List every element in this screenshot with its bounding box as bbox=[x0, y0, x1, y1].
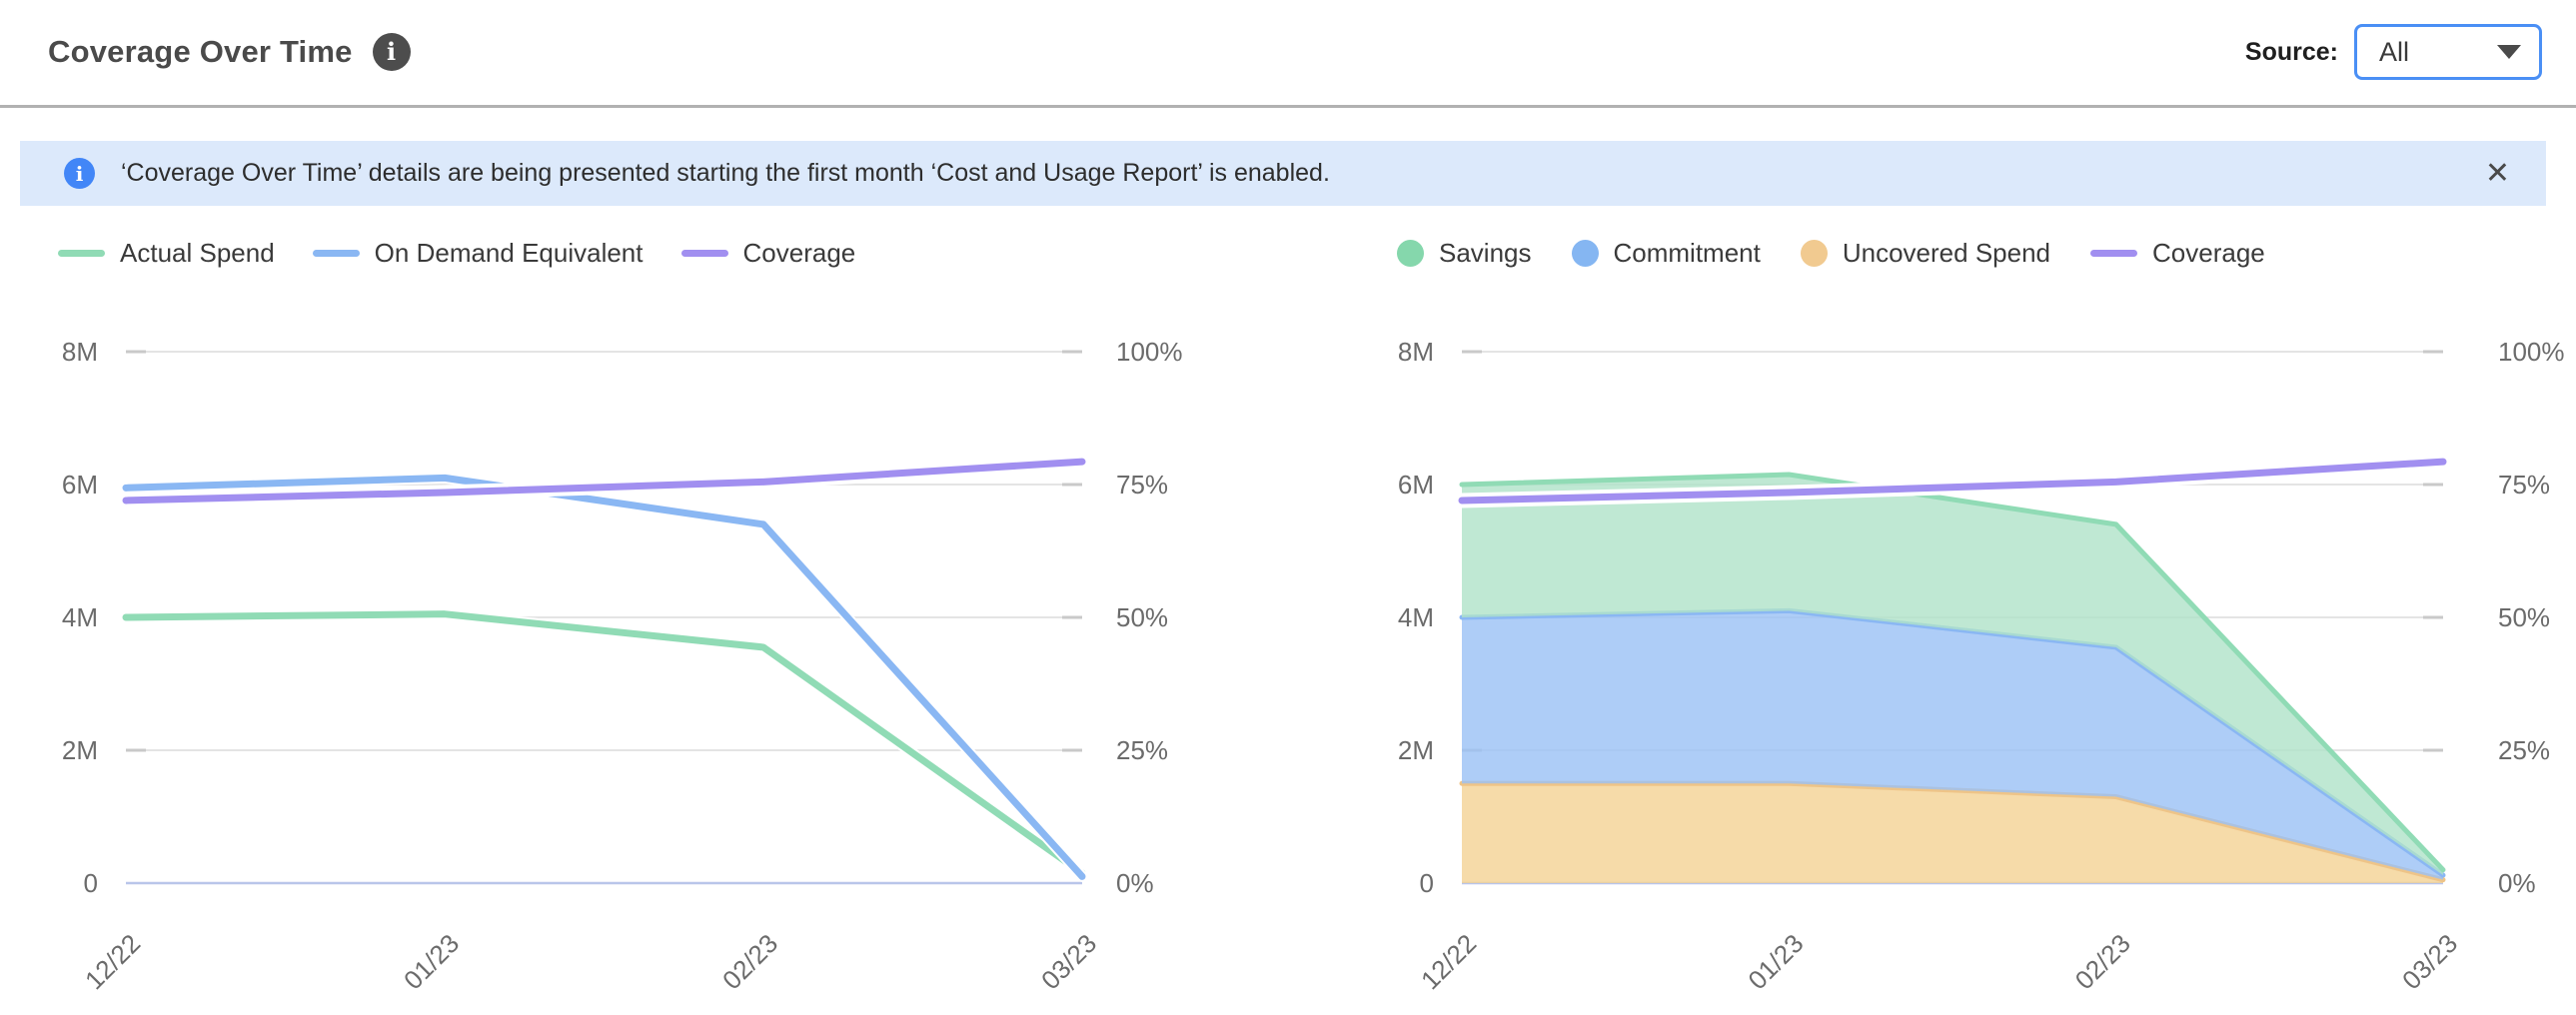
title-wrap: Coverage Over Time i bbox=[48, 33, 411, 71]
legend-label: Coverage bbox=[743, 238, 856, 269]
page-title: Coverage Over Time bbox=[48, 34, 353, 70]
y-axis-label-right: 0% bbox=[1116, 868, 1154, 898]
source-dropdown-value: All bbox=[2379, 37, 2409, 68]
uncovered-spend-swatch-circle-icon bbox=[1801, 240, 1828, 267]
x-axis-label: 01/23 bbox=[1742, 928, 1809, 995]
x-axis-label: 02/23 bbox=[2069, 928, 2136, 995]
y-axis-label-left: 8M bbox=[62, 337, 98, 367]
legend-label: Uncovered Spend bbox=[1843, 238, 2050, 269]
source-label: Source: bbox=[2245, 38, 2338, 67]
panel-header: Coverage Over Time i Source: All bbox=[0, 0, 2576, 104]
y-axis-label-left: 8M bbox=[1398, 337, 1434, 367]
chevron-down-icon bbox=[2497, 45, 2521, 59]
x-axis-label: 12/22 bbox=[1415, 928, 1482, 995]
coverage-stacked-chart: 0 0% 2M 25% 4M 50% 6M 75% 8M 100% 12/22 01/23 02/23 0… bbox=[1379, 300, 2576, 1015]
coverage-line-chart: 0 0% 2M 25% 4M 50% 6M 75% 8M 100% 12/22 01/23 02/23 0… bbox=[40, 300, 1279, 1015]
on-demand-equivalent-line bbox=[126, 478, 1082, 876]
title-info-icon[interactable]: i bbox=[373, 33, 411, 71]
actual-spend-line-halo bbox=[126, 614, 1082, 873]
y-axis-label-left: 4M bbox=[1398, 602, 1434, 632]
y-axis-label-left: 2M bbox=[62, 735, 98, 765]
y-axis-label-right: 0% bbox=[2498, 868, 2536, 898]
legend-label: On Demand Equivalent bbox=[375, 238, 644, 269]
y-axis-label-right: 50% bbox=[2498, 602, 2550, 632]
source-dropdown[interactable]: All bbox=[2354, 24, 2542, 80]
coverage-swatch-line-icon bbox=[681, 250, 728, 257]
x-axis-label: 02/23 bbox=[716, 928, 783, 995]
close-icon[interactable]: ✕ bbox=[2485, 159, 2510, 189]
on-demand-equivalent-line-halo bbox=[126, 478, 1082, 876]
y-axis-label-left: 0 bbox=[84, 868, 98, 898]
legend-label: Commitment bbox=[1614, 238, 1761, 269]
info-banner: i ‘Coverage Over Time’ details are being… bbox=[20, 141, 2546, 206]
spend-coverage-line-svg: 0 0% 2M 25% 4M 50% 6M 75% 8M 100% 12/22 01/23 02/23 0… bbox=[40, 300, 1279, 1015]
x-axis-label: 12/22 bbox=[79, 928, 146, 995]
legend-item-commitment[interactable]: Commitment bbox=[1572, 238, 1761, 269]
actual-spend-line bbox=[126, 614, 1082, 873]
y-axis-label-left: 4M bbox=[62, 602, 98, 632]
legend-item-uncovered-spend[interactable]: Uncovered Spend bbox=[1801, 238, 2050, 269]
source-control: Source: All bbox=[2245, 24, 2542, 80]
savings-commitment-stacked-svg: 0 0% 2M 25% 4M 50% 6M 75% 8M 100% 12/22 01/23 02/23 0… bbox=[1379, 300, 2576, 1015]
legend-item-coverage[interactable]: Coverage bbox=[681, 238, 856, 269]
y-axis-label-right: 25% bbox=[1116, 735, 1168, 765]
banner-text: ‘Coverage Over Time’ details are being p… bbox=[121, 159, 1330, 188]
commitment-swatch-circle-icon bbox=[1572, 240, 1599, 267]
y-axis-label-right: 75% bbox=[1116, 470, 1168, 500]
coverage-over-time-panel: Coverage Over Time i Source: All i ‘Cove… bbox=[0, 0, 2576, 1015]
legend-item-coverage[interactable]: Coverage bbox=[2090, 238, 2265, 269]
line-chart-legend: Actual Spend On Demand Equivalent Coverage bbox=[58, 238, 855, 269]
legend-label: Savings bbox=[1439, 238, 1532, 269]
on-demand-equivalent-swatch-line-icon bbox=[313, 250, 360, 257]
legend-label: Actual Spend bbox=[120, 238, 275, 269]
legend-label: Coverage bbox=[2152, 238, 2265, 269]
y-axis-label-right: 75% bbox=[2498, 470, 2550, 500]
coverage-swatch-line-icon bbox=[2090, 250, 2137, 257]
y-axis-label-left: 6M bbox=[62, 470, 98, 500]
legend-item-actual-spend[interactable]: Actual Spend bbox=[58, 238, 275, 269]
actual-spend-swatch-line-icon bbox=[58, 250, 105, 257]
legend-item-on-demand-equivalent[interactable]: On Demand Equivalent bbox=[313, 238, 644, 269]
x-axis-label: 01/23 bbox=[398, 928, 465, 995]
y-axis-label-right: 100% bbox=[1116, 337, 1183, 367]
legend-item-savings[interactable]: Savings bbox=[1397, 238, 1532, 269]
banner-info-icon: i bbox=[64, 158, 95, 189]
y-axis-label-right: 100% bbox=[2498, 337, 2565, 367]
header-divider bbox=[0, 105, 2576, 108]
stacked-chart-legend: Savings Commitment Uncovered Spend Coverage bbox=[1397, 238, 2265, 269]
savings-swatch-circle-icon bbox=[1397, 240, 1424, 267]
y-axis-label-left: 2M bbox=[1398, 735, 1434, 765]
y-axis-label-left: 6M bbox=[1398, 470, 1434, 500]
x-axis-label: 03/23 bbox=[2396, 928, 2463, 995]
y-axis-label-right: 25% bbox=[2498, 735, 2550, 765]
y-axis-label-right: 50% bbox=[1116, 602, 1168, 632]
x-axis-label: 03/23 bbox=[1035, 928, 1102, 995]
y-axis-label-left: 0 bbox=[1420, 868, 1434, 898]
